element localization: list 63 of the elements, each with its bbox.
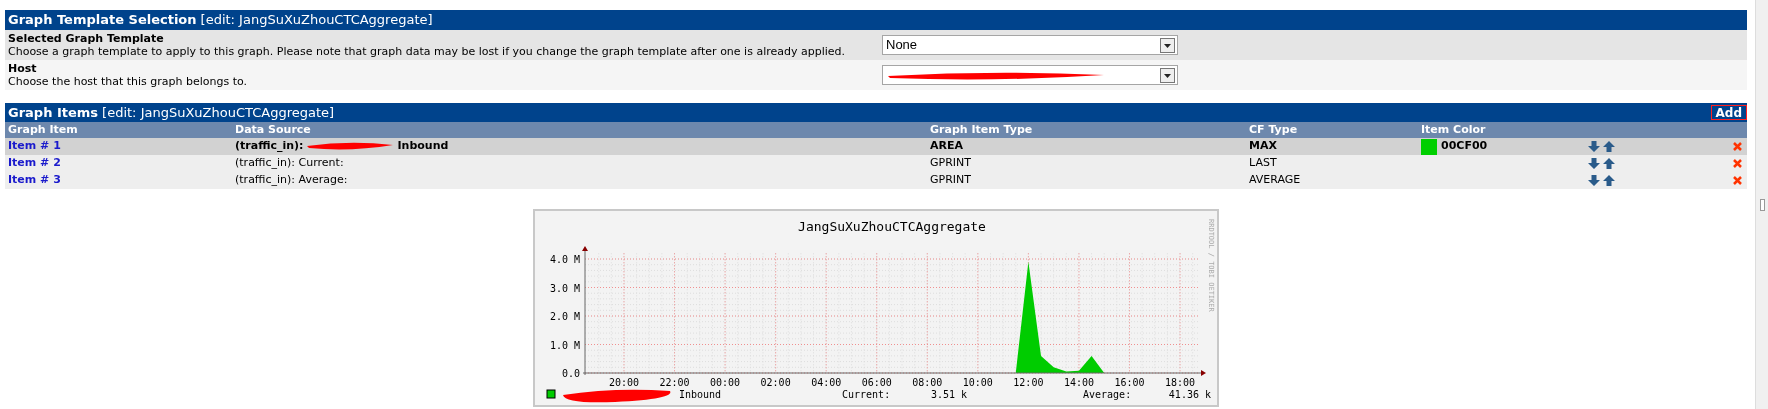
add-button[interactable]: Add <box>1710 105 1747 120</box>
y-tick-label: 2.0 M <box>549 311 580 322</box>
cf-type-text: MAX <box>1249 138 1278 155</box>
item-link[interactable]: Item # 2 <box>8 155 235 172</box>
x-tick-label: 22:00 <box>659 377 690 388</box>
dropdown-field[interactable]: None <box>882 35 1178 55</box>
x-tick-label: 00:00 <box>710 377 741 388</box>
down-arrow-icon[interactable] <box>1588 141 1600 152</box>
color-code: 00CF00 <box>1441 138 1488 155</box>
delete-icon[interactable] <box>1733 159 1742 168</box>
dropdown-field[interactable] <box>882 65 1178 85</box>
column-header: Graph Item <box>8 122 79 138</box>
cf-type-text: AVERAGE <box>1249 172 1302 189</box>
x-tick-label: 04:00 <box>811 377 842 388</box>
x-tick-label: 16:00 <box>1114 377 1145 388</box>
up-arrow-icon[interactable] <box>1603 158 1615 169</box>
average-label: Average: <box>1083 389 1132 400</box>
item-type-text: AREA <box>930 138 964 155</box>
data-source-text: (traffic_in): Average: <box>235 172 348 189</box>
section-title: Graph Template Selection <box>8 11 197 30</box>
y-tick-label: 3.0 M <box>549 282 580 294</box>
column-header: Item Color <box>1421 122 1487 138</box>
data-source-text: Inbound <box>397 138 449 155</box>
up-arrow-icon[interactable] <box>1603 141 1615 152</box>
section-subtitle: [edit: JangSuXuZhouCTCAggregate] <box>200 11 433 30</box>
delete-icon[interactable] <box>1733 176 1742 185</box>
section-title: Graph Items <box>8 103 99 122</box>
scrollbar[interactable] <box>1755 0 1768 409</box>
item-type-text: GPRINT <box>930 172 972 189</box>
data-source-text: (traffic_in): Current: <box>235 155 344 172</box>
column-header: Graph Item Type <box>930 122 1034 138</box>
cf-type-text: LAST <box>1249 155 1278 172</box>
delete-icon[interactable] <box>1733 142 1742 151</box>
y-tick-label: 1.0 M <box>549 339 580 351</box>
up-arrow-icon[interactable] <box>1603 175 1615 186</box>
y-tick-label: 4.0 M <box>549 254 580 265</box>
x-tick-label: 02:00 <box>760 377 791 388</box>
current-value: 3.51 k <box>930 389 967 400</box>
x-tick-label: 20:00 <box>608 377 640 388</box>
item-link[interactable]: Item # 1 <box>8 138 235 155</box>
x-tick-label: 08:00 <box>912 377 943 388</box>
down-arrow-icon[interactable] <box>1588 158 1600 169</box>
y-tick-label: 0.0 <box>561 368 580 379</box>
legend-label: Inbound <box>679 389 722 400</box>
field-label: Selected Graph Template <box>8 32 165 45</box>
field-description: Choose the host that this graph belongs to. <box>8 75 249 88</box>
column-header: CF Type <box>1249 122 1299 138</box>
average-value: 41.36 k <box>1168 389 1211 400</box>
data-source-text: (traffic_in): <box>235 138 304 155</box>
x-tick-label: 12:00 <box>1013 377 1044 388</box>
x-tick-label: 10:00 <box>962 377 993 388</box>
field-description: Choose a graph template to apply to this graph. Please note that graph data may be lost if you change the graph template after one is already applied. <box>8 45 847 58</box>
section-subtitle: [edit: JangSuXuZhouCTCAggregate] <box>102 103 335 122</box>
x-tick-label: 18:00 <box>1165 377 1196 388</box>
chart-title: JangSuXuZhouCTCAggregate <box>798 219 986 234</box>
x-tick-label: 14:00 <box>1063 377 1094 388</box>
down-arrow-icon[interactable] <box>1588 175 1600 186</box>
item-link[interactable]: Item # 3 <box>8 172 235 189</box>
field-label: Host <box>8 62 38 75</box>
column-header: Data Source <box>235 122 312 138</box>
x-tick-label: 06:00 <box>861 377 892 388</box>
item-type-text: GPRINT <box>930 155 972 172</box>
current-label: Current: <box>842 389 891 400</box>
